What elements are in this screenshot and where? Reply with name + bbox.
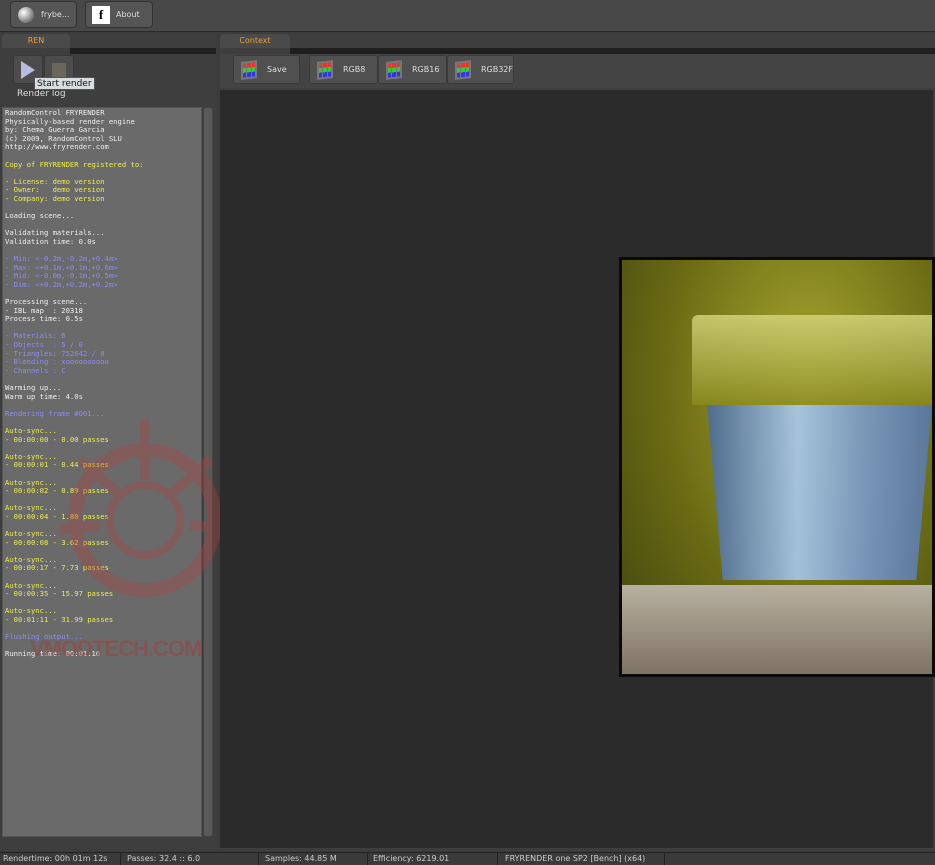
save-button[interactable]: Save [233, 55, 300, 84]
globe-icon [17, 6, 35, 24]
log-line: - 00:00:04 - 1.80 passes [5, 511, 109, 521]
log-line: http://www.fryrender.com [5, 142, 109, 152]
watermark-text: VMODTECH.COM [30, 636, 202, 661]
status-samples: Samples: 44.85 M [262, 853, 368, 865]
tab-context[interactable]: Context [220, 34, 290, 48]
log-line: - 00:00:00 - 0.00 passes [5, 434, 109, 444]
log-line: - 00:00:08 - 3.62 passes [5, 537, 109, 547]
rgb16-icon [386, 59, 402, 80]
rgb8-button[interactable]: RGB8 [309, 55, 378, 84]
rgb16-label: RGB16 [412, 65, 440, 74]
log-line: Loading scene... [5, 211, 75, 221]
tab-ren[interactable]: REN [2, 34, 70, 48]
log-line: - 00:00:02 - 0.89 passes [5, 486, 109, 496]
rendered-image [619, 257, 935, 677]
status-version: FRYRENDER one SP2 [Bench] (x64) [502, 853, 665, 865]
log-line: - Company: demo version [5, 193, 105, 203]
render-canvas[interactable] [220, 90, 935, 848]
rgb8-label: RGB8 [343, 65, 366, 74]
status-bar: Rendertime: 00h 01m 12s Passes: 32.4 :: … [0, 852, 935, 865]
log-line: Warm up time: 4.0s [5, 391, 83, 401]
frybe-button[interactable]: frybe... [10, 1, 77, 28]
render-log-label: Render log [17, 89, 66, 99]
log-line: Validation time: 0.0s [5, 236, 96, 246]
status-passes: Passes: 32.4 :: 6.0 [124, 853, 259, 865]
frybe-label: frybe... [41, 10, 70, 19]
log-line: - 00:01:11 - 31.99 passes [5, 615, 114, 625]
rgb32f-label: RGB32F [480, 65, 513, 74]
rgb8-icon [317, 59, 333, 80]
log-scrollbar[interactable] [203, 107, 213, 837]
save-label: Save [267, 65, 287, 74]
facebook-icon: f [92, 5, 110, 24]
log-line: - Channels : C [5, 365, 66, 375]
top-toolbar: frybe... f About [0, 0, 935, 32]
context-panel: Context Save RGB8 RGB16 RGB32F [220, 34, 935, 850]
about-button[interactable]: f About [85, 1, 153, 28]
play-icon [21, 60, 35, 79]
stop-icon [52, 62, 66, 77]
render-log[interactable]: RandomControl FRYRENDER Physically-based … [2, 107, 202, 837]
start-render-tooltip: Start render [34, 77, 95, 90]
log-line: Process time: 0.5s [5, 314, 83, 324]
log-line: - 00:00:17 - 7.73 passes [5, 563, 109, 573]
log-line: - 00:00:35 - 15.97 passes [5, 589, 114, 599]
rgb32f-button[interactable]: RGB32F [447, 55, 514, 84]
about-label: About [116, 10, 140, 19]
status-efficiency: Efficiency: 6219.01 [370, 853, 498, 865]
save-icon [241, 59, 257, 80]
log-line: - Dim: <+0.2m,+0.2m,+0.2m> [5, 279, 118, 289]
log-line: Copy of FRYRENDER registered to: [5, 159, 144, 169]
log-line: Rendering frame #001... [5, 408, 105, 418]
rgb16-button[interactable]: RGB16 [378, 55, 447, 84]
context-toolbar: Save RGB8 RGB16 RGB32F [220, 54, 935, 88]
rgb32f-icon [455, 59, 471, 80]
log-line: - 00:00:01 - 0.44 passes [5, 460, 109, 470]
status-rendertime: Rendertime: 00h 01m 12s [0, 853, 121, 865]
